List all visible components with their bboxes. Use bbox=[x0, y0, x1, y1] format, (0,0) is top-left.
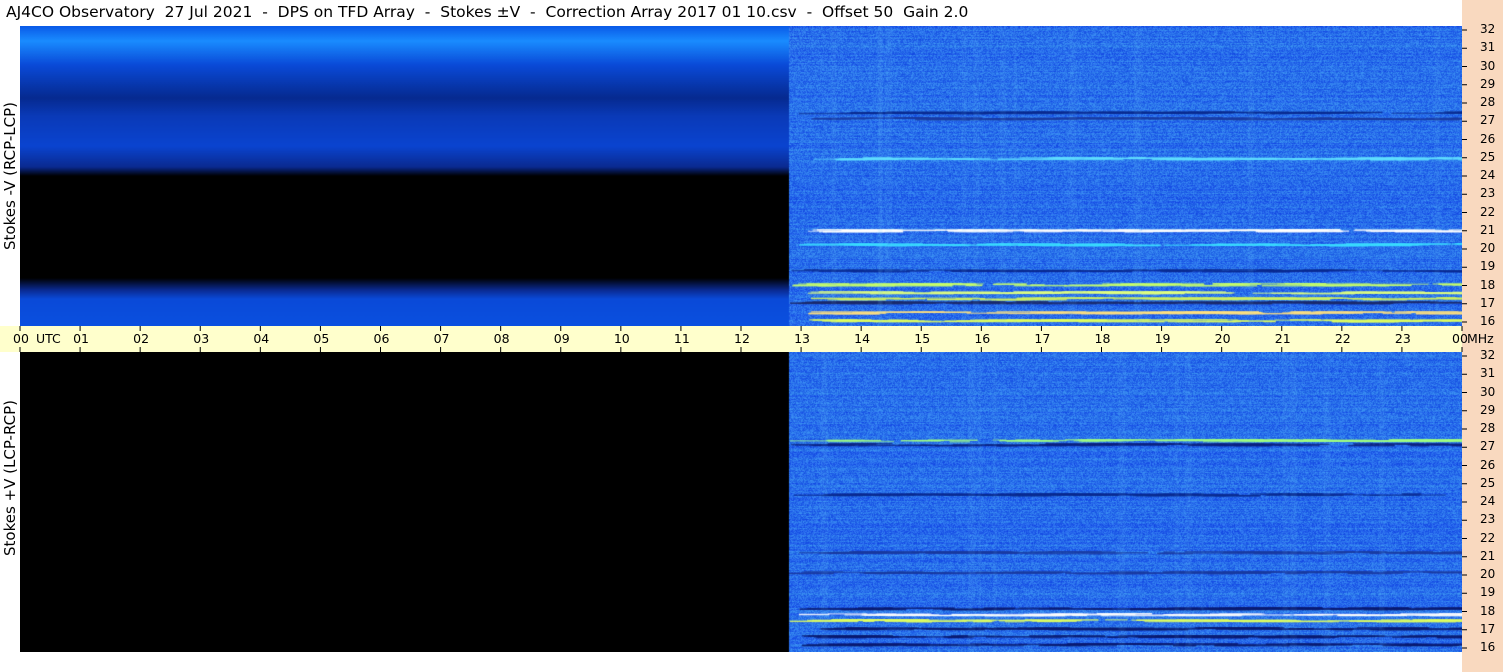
time-tick-label: 10 bbox=[613, 331, 630, 346]
frequency-tick-label: 26 bbox=[1480, 457, 1496, 472]
chart-title: AJ4CO Observatory 27 Jul 2021 - DPS on T… bbox=[6, 3, 969, 21]
spectrogram-canvas-top bbox=[20, 26, 1462, 326]
time-tick-label: 19 bbox=[1154, 331, 1171, 346]
frequency-tick-label: 26 bbox=[1480, 131, 1496, 146]
frequency-tick-label: 16 bbox=[1480, 314, 1496, 328]
time-tick-label: 13 bbox=[794, 331, 810, 346]
frequency-tick-label: 32 bbox=[1480, 348, 1496, 362]
frequency-tick-label: 31 bbox=[1480, 40, 1496, 55]
frequency-tick-label: 32 bbox=[1480, 22, 1496, 36]
time-tick-label: 11 bbox=[673, 331, 690, 346]
time-tick-label: 00 bbox=[1452, 331, 1468, 346]
frequency-tick-label: 16 bbox=[1480, 640, 1496, 654]
time-tick-label: 12 bbox=[734, 331, 750, 346]
time-tick-label: 03 bbox=[193, 331, 210, 346]
frequency-tick-label: 24 bbox=[1480, 168, 1496, 182]
frequency-tick-label: 17 bbox=[1480, 621, 1496, 636]
time-unit-label: UTC bbox=[36, 331, 61, 346]
frequency-tick-label: 20 bbox=[1480, 241, 1496, 255]
frequency-tick-label: 19 bbox=[1480, 259, 1496, 274]
time-tick-label: 01 bbox=[73, 331, 89, 346]
frequency-tick-label: 19 bbox=[1480, 585, 1496, 600]
time-tick-label: 07 bbox=[433, 331, 450, 346]
frequency-tick-label: 22 bbox=[1480, 204, 1496, 219]
time-tick-label: 16 bbox=[974, 331, 991, 346]
frequency-tick-label: 25 bbox=[1480, 149, 1496, 164]
frequency-tick-label: 30 bbox=[1480, 384, 1496, 399]
frequency-tick-label: 25 bbox=[1480, 475, 1496, 490]
time-axis-band bbox=[0, 326, 1462, 352]
title-bar: AJ4CO Observatory 27 Jul 2021 - DPS on T… bbox=[0, 0, 1462, 26]
frequency-tick-label: 28 bbox=[1480, 95, 1496, 109]
time-tick-label: 23 bbox=[1394, 331, 1411, 346]
frequency-tick-label: 23 bbox=[1480, 186, 1496, 201]
frequency-tick-label: 28 bbox=[1480, 421, 1496, 435]
spectrogram-figure: AJ4CO Observatory 27 Jul 2021 - DPS on T… bbox=[0, 0, 1503, 672]
frequency-unit-label: MHz bbox=[1467, 331, 1494, 346]
time-tick-label: 17 bbox=[1034, 331, 1051, 346]
frequency-tick-label: 29 bbox=[1480, 76, 1496, 91]
time-tick-label: 08 bbox=[493, 331, 510, 346]
frequency-tick-label: 30 bbox=[1480, 58, 1496, 73]
spectrogram-panel-bottom bbox=[20, 352, 1462, 652]
frequency-tick-label: 17 bbox=[1480, 295, 1496, 310]
bottom-panel-ylabel: Stokes +V (LCP-RCP) bbox=[1, 400, 19, 556]
frequency-tick-label: 20 bbox=[1480, 567, 1496, 581]
time-tick-label: 22 bbox=[1334, 331, 1351, 346]
time-tick-label: 04 bbox=[253, 331, 270, 346]
time-tick-label: 15 bbox=[914, 331, 931, 346]
time-tick-label: 18 bbox=[1094, 331, 1111, 346]
frequency-tick-label: 31 bbox=[1480, 366, 1496, 381]
time-tick-label: 06 bbox=[373, 331, 390, 346]
frequency-tick-label: 21 bbox=[1480, 222, 1496, 237]
frequency-tick-label: 18 bbox=[1480, 603, 1496, 618]
time-tick-label: 14 bbox=[854, 331, 871, 346]
time-tick-label: 00 bbox=[13, 331, 29, 346]
frequency-tick-label: 21 bbox=[1480, 548, 1496, 563]
frequency-tick-label: 22 bbox=[1480, 530, 1496, 545]
time-tick-label: 09 bbox=[553, 331, 570, 346]
top-panel-ylabel: Stokes -V (RCP-LCP) bbox=[1, 102, 19, 250]
frequency-tick-label: 27 bbox=[1480, 439, 1496, 454]
frequency-tick-label: 18 bbox=[1480, 277, 1496, 292]
time-tick-label: 21 bbox=[1274, 331, 1291, 346]
frequency-tick-label: 24 bbox=[1480, 494, 1496, 508]
time-tick-label: 05 bbox=[313, 331, 330, 346]
spectrogram-canvas-bottom bbox=[20, 352, 1462, 652]
time-tick-label: 02 bbox=[133, 331, 150, 346]
frequency-tick-label: 29 bbox=[1480, 402, 1496, 417]
frequency-tick-label: 27 bbox=[1480, 113, 1496, 128]
time-tick-label: 20 bbox=[1214, 331, 1231, 346]
frequency-tick-label: 23 bbox=[1480, 512, 1496, 527]
spectrogram-panel-top bbox=[20, 26, 1462, 326]
